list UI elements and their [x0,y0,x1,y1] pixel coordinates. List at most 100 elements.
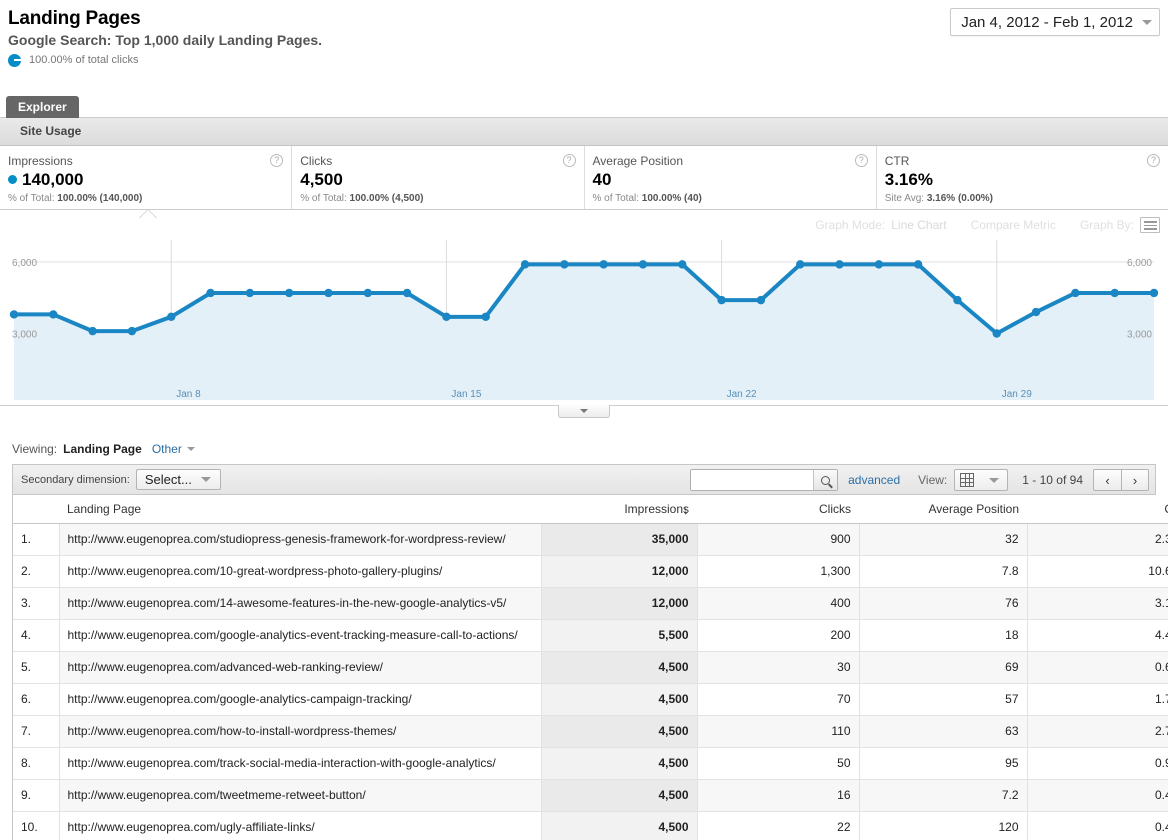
chart-canvas: 3,0003,0006,0006,000Jan 8Jan 15Jan 22Jan… [0,240,1168,410]
table-row[interactable]: 4.http://www.eugenoprea.com/google-analy… [13,620,1168,652]
chevron-down-icon[interactable] [187,447,195,451]
chart-data-point[interactable] [678,260,686,268]
row-landing-page[interactable]: http://www.eugenoprea.com/14-awesome-fea… [59,588,541,620]
row-landing-page[interactable]: http://www.eugenoprea.com/tweetmeme-retw… [59,780,541,812]
row-landing-page[interactable]: http://www.eugenoprea.com/google-analyti… [59,684,541,716]
graph-mode-value[interactable]: Line Chart [891,218,946,232]
chart-data-point[interactable] [993,329,1001,337]
chart-data-point[interactable] [757,296,765,304]
chart-data-point[interactable] [285,289,293,297]
search-input[interactable] [691,470,813,490]
column-header-average-position[interactable]: Average Position [859,495,1027,524]
chart-data-point[interactable] [49,310,57,318]
table-row[interactable]: 8.http://www.eugenoprea.com/track-social… [13,748,1168,780]
row-landing-page[interactable]: http://www.eugenoprea.com/how-to-install… [59,716,541,748]
list-icon[interactable] [1140,217,1160,233]
viewing-dimension[interactable]: Landing Page [63,442,142,456]
chart-data-point[interactable] [167,313,175,321]
chevron-down-icon [989,478,999,483]
next-page-button[interactable]: › [1121,469,1149,491]
metric-impressions[interactable]: ? Impressions 140,000 % of Total: 100.00… [0,146,292,209]
table-row[interactable]: 9.http://www.eugenoprea.com/tweetmeme-re… [13,780,1168,812]
advanced-link[interactable]: advanced [848,473,900,487]
chart-data-point[interactable] [364,289,372,297]
chart-data-point[interactable] [10,310,18,318]
tab-explorer[interactable]: Explorer [6,96,79,118]
site-usage-pointer [42,23,54,29]
help-icon[interactable]: ? [270,154,283,167]
row-landing-page[interactable]: http://www.eugenoprea.com/advanced-web-r… [59,652,541,684]
help-icon[interactable]: ? [855,154,868,167]
viewing-other[interactable]: Other [152,442,182,456]
metric-ctr[interactable]: ? CTR 3.16% Site Avg: 3.16% (0.00%) [877,146,1168,209]
chart-data-point[interactable] [246,289,254,297]
metric-sub-value: 100.00% (40) [642,193,702,204]
row-index: 9. [13,780,59,812]
row-index: 3. [13,588,59,620]
chart-data-point[interactable] [560,260,568,268]
row-landing-page[interactable]: http://www.eugenoprea.com/ugly-affiliate… [59,812,541,840]
chart-data-point[interactable] [835,260,843,268]
row-impressions: 4,500 [541,716,697,748]
search-button[interactable] [813,470,837,490]
metric-clicks[interactable]: ? Clicks 4,500 % of Total: 100.00% (4,50… [292,146,584,209]
row-landing-page[interactable]: http://www.eugenoprea.com/10-great-wordp… [59,556,541,588]
chevron-down-icon [580,409,588,413]
column-header-landing-page[interactable]: Landing Page [59,495,541,524]
row-clicks: 900 [697,524,859,556]
table-row[interactable]: 3.http://www.eugenoprea.com/14-awesome-f… [13,588,1168,620]
chart-data-point[interactable] [1071,289,1079,297]
chart-data-point[interactable] [914,260,922,268]
chart-data-point[interactable] [1150,289,1158,297]
metric-average-position[interactable]: ? Average Position 40 % of Total: 100.00… [585,146,877,209]
table-row[interactable]: 2.http://www.eugenoprea.com/10-great-wor… [13,556,1168,588]
row-ctr: 0.44% [1027,780,1168,812]
chart-data-point[interactable] [442,313,450,321]
site-usage-tab[interactable]: Site Usage [20,124,81,138]
table-header-row: Landing Page Impressions ↓ Clicks Averag… [13,495,1168,524]
header-spacer [13,495,59,524]
search-box[interactable] [690,469,838,491]
table-row[interactable]: 6.http://www.eugenoprea.com/google-analy… [13,684,1168,716]
chart-data-point[interactable] [1110,289,1118,297]
row-ctr: 2.33% [1027,524,1168,556]
secondary-dimension-select[interactable]: Select... [136,469,221,490]
prev-page-button[interactable]: ‹ [1093,469,1121,491]
chart-data-point[interactable] [717,296,725,304]
chart-data-point[interactable] [403,289,411,297]
chart-data-point[interactable] [599,260,607,268]
row-landing-page[interactable]: http://www.eugenoprea.com/track-social-m… [59,748,541,780]
chart-data-point[interactable] [521,260,529,268]
chart-expander-button[interactable] [558,405,610,418]
table-row[interactable]: 5.http://www.eugenoprea.com/advanced-web… [13,652,1168,684]
chevron-down-icon [1142,20,1152,25]
table-row[interactable]: 1.http://www.eugenoprea.com/studiopress-… [13,524,1168,556]
chart-data-point[interactable] [206,289,214,297]
metric-name: Impressions [8,154,279,169]
date-range-selector[interactable]: Jan 4, 2012 - Feb 1, 2012 [950,8,1160,36]
timeline-chart[interactable]: 3,0003,0006,0006,000Jan 8Jan 15Jan 22Jan… [0,240,1168,410]
chart-data-point[interactable] [128,327,136,335]
table-row[interactable]: 10.http://www.eugenoprea.com/ugly-affili… [13,812,1168,840]
chart-data-point[interactable] [639,260,647,268]
row-landing-page[interactable]: http://www.eugenoprea.com/studiopress-ge… [59,524,541,556]
help-icon[interactable]: ? [1147,154,1160,167]
column-header-impressions-label: Impressions [624,502,689,516]
metric-sub-value: 3.16% (0.00%) [927,193,993,204]
column-header-impressions[interactable]: Impressions ↓ [541,495,697,524]
row-landing-page[interactable]: http://www.eugenoprea.com/google-analyti… [59,620,541,652]
chart-data-point[interactable] [953,296,961,304]
chart-data-point[interactable] [875,260,883,268]
view-type-button[interactable] [954,469,1008,491]
chart-data-point[interactable] [482,313,490,321]
x-axis-tick-label: Jan 22 [727,389,757,400]
column-header-clicks[interactable]: Clicks [697,495,859,524]
chart-data-point[interactable] [1032,308,1040,316]
compare-metric-button[interactable]: Compare Metric [971,218,1056,232]
table-row[interactable]: 7.http://www.eugenoprea.com/how-to-insta… [13,716,1168,748]
chart-data-point[interactable] [88,327,96,335]
chart-data-point[interactable] [796,260,804,268]
help-icon[interactable]: ? [563,154,576,167]
column-header-ctr[interactable]: CTR [1027,495,1168,524]
chart-data-point[interactable] [324,289,332,297]
